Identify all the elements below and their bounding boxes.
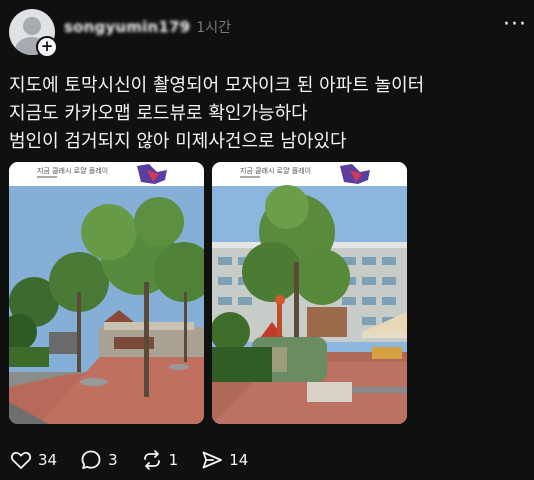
thread-post: + songyumin179 1시간 ··· 지도에 토막시신이 촬영되어 모자…: [0, 0, 534, 480]
more-options-button[interactable]: ···: [503, 14, 527, 36]
repost-icon: [143, 450, 160, 470]
post-text-line: 지금도 카카오맵 로드뷰로 확인가능하다: [9, 103, 308, 124]
post-text-line: 지도에 토막시신이 촬영되어 모자이크 된 아파트 놀이터: [9, 75, 425, 96]
ad-banner-caption: 지금 클래시 로얄 플레이: [240, 166, 311, 175]
post-text-line: 범인이 검거되지 않아 미제사건으로 남아있다: [9, 131, 347, 152]
ad-banner-caption: 지금 클래시 로얄 플레이: [37, 166, 108, 175]
profile-avatar[interactable]: +: [9, 9, 58, 58]
share-button[interactable]: 14: [200, 448, 248, 472]
post-text: 지도에 토막시신이 촬영되어 모자이크 된 아파트 놀이터 지금도 카카오맵 로…: [9, 72, 519, 156]
share-count: 14: [229, 451, 249, 469]
post-image-2[interactable]: 지금 클래시 로얄 플레이: [212, 162, 407, 424]
post-image-1[interactable]: 지금 클래시 로얄 플레이: [9, 162, 204, 424]
heart-icon: [10, 451, 32, 469]
repost-button[interactable]: 1: [140, 448, 179, 472]
post-time: 1시간: [196, 20, 231, 36]
post-header: songyumin179 1시간: [64, 16, 231, 38]
comment-icon: [81, 450, 101, 470]
username[interactable]: songyumin179: [64, 18, 190, 36]
repost-count: 1: [168, 451, 179, 469]
like-count: 34: [38, 451, 58, 469]
post-actions: 34 3 1 14: [9, 447, 270, 473]
reply-count: 3: [108, 451, 118, 469]
reply-button[interactable]: 3: [79, 448, 118, 472]
follow-plus-icon[interactable]: +: [36, 36, 58, 58]
ellipsis-icon: ···: [503, 12, 527, 37]
send-icon: [202, 451, 223, 469]
like-button[interactable]: 34: [9, 448, 57, 472]
